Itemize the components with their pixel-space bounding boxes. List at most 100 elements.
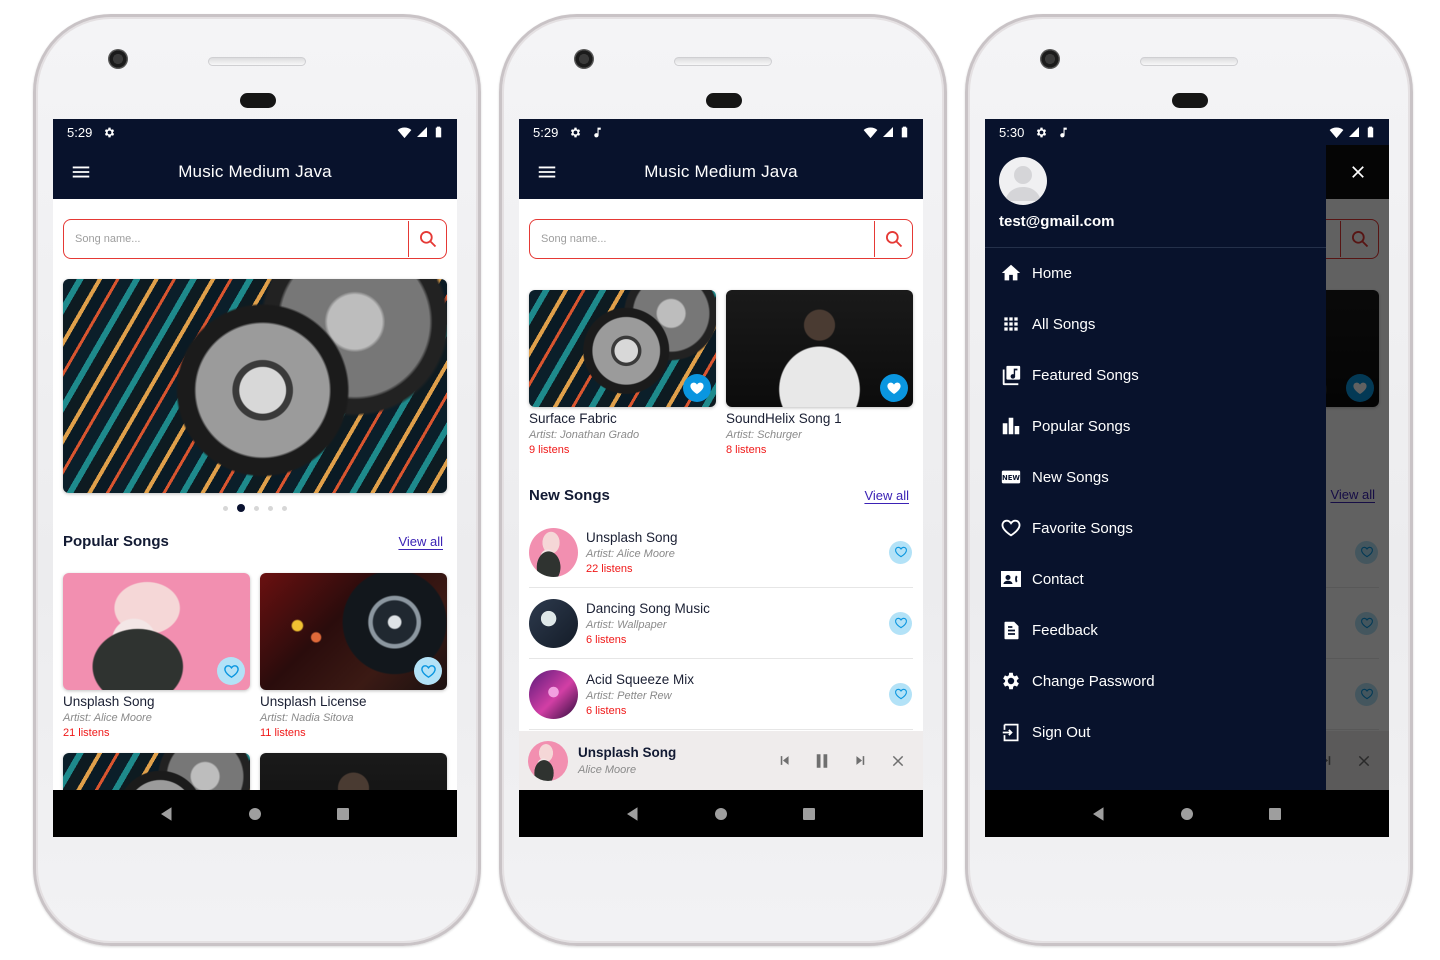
drawer-item-featured-songs[interactable]: Featured Songs — [985, 353, 1326, 397]
drawer-item-feedback[interactable]: Feedback — [985, 608, 1326, 652]
nav-recents-button[interactable] — [794, 799, 824, 829]
song-artist: Artist: Petter Rew — [586, 689, 672, 702]
nav-recents-button[interactable] — [328, 799, 358, 829]
menu-button[interactable] — [59, 150, 103, 194]
battery-icon — [1364, 125, 1377, 139]
view-all-link[interactable]: View all — [398, 534, 443, 549]
mini-player[interactable]: Unsplash Song Alice Moore — [519, 731, 923, 790]
drawer-item-contact[interactable]: Contact — [985, 557, 1326, 601]
drawer-item-label: Change Password — [1032, 672, 1155, 690]
earpiece-speaker — [208, 57, 306, 66]
favorite-button[interactable] — [217, 657, 245, 685]
pager-dot[interactable] — [254, 505, 259, 511]
song-avatar — [529, 598, 578, 648]
song-listens: 11 listens — [260, 727, 306, 739]
favorite-button[interactable] — [880, 374, 908, 402]
song-artist: Artist: Alice Moore — [586, 547, 675, 560]
search-input[interactable] — [530, 233, 874, 245]
pager-dot[interactable] — [268, 505, 273, 511]
search-input[interactable] — [64, 233, 408, 245]
pause-button[interactable] — [811, 750, 833, 772]
favorite-button[interactable] — [683, 374, 711, 402]
song-list-item[interactable]: Unsplash Song Artist: Alice Moore 22 lis… — [529, 517, 913, 588]
favorite-button[interactable] — [889, 682, 912, 706]
favorite-button[interactable] — [889, 540, 912, 564]
drawer-item-all-songs[interactable]: All Songs — [985, 302, 1326, 346]
favorite-button[interactable] — [889, 611, 912, 635]
drawer-item-change-password[interactable]: Change Password — [985, 659, 1326, 703]
song-list-item[interactable]: Dancing Song Music Artist: Wallpaper 6 l… — [529, 588, 913, 659]
pager-dot[interactable] — [223, 505, 228, 511]
song-name: Unsplash Song — [586, 529, 678, 545]
featured-song-card[interactable]: Surface Fabric Artist: Jonathan Grado 9 … — [529, 290, 716, 456]
hamburger-icon — [536, 161, 558, 183]
song-thumbnail — [726, 290, 913, 407]
nav-home-button[interactable] — [240, 799, 270, 829]
previous-button[interactable] — [773, 750, 795, 772]
music-note-icon — [1056, 125, 1070, 139]
drawer-item-label: New Songs — [1032, 468, 1109, 486]
close-icon — [890, 753, 906, 769]
status-bar: 5:29 — [519, 119, 923, 145]
status-bar: 5:30 — [985, 119, 1389, 145]
nav-back-button[interactable] — [618, 799, 648, 829]
song-card[interactable]: Unsplash License Artist: Nadia Sitova 11… — [260, 573, 447, 739]
featured-song-card[interactable]: SoundHelix Song 1 Artist: Schurger 8 lis… — [726, 290, 913, 456]
proximity-sensor — [706, 93, 742, 108]
song-avatar — [529, 527, 578, 577]
search-button[interactable] — [875, 221, 912, 258]
song-thumbnail — [63, 573, 250, 690]
drawer-item-label: Home — [1032, 264, 1073, 282]
app-bar: Music Medium Java — [519, 145, 923, 199]
heart-outline-icon — [223, 663, 240, 680]
song-card[interactable]: Unsplash Song Artist: Alice Moore 21 lis… — [63, 573, 250, 739]
drawer-item-home[interactable]: Home — [985, 251, 1326, 295]
favorite-button[interactable] — [414, 657, 442, 685]
next-button[interactable] — [849, 750, 871, 772]
home-icon — [1000, 262, 1022, 284]
close-player-button[interactable] — [887, 750, 909, 772]
search-icon — [884, 229, 904, 249]
search-icon — [418, 229, 438, 249]
proximity-sensor — [240, 93, 276, 108]
drawer-item-sign-out[interactable]: Sign Out — [985, 710, 1326, 754]
hamburger-icon — [70, 161, 92, 183]
view-all-link[interactable]: View all — [864, 488, 909, 503]
recents-square-icon — [1266, 805, 1284, 823]
back-triangle-icon — [624, 805, 642, 823]
user-avatar — [999, 157, 1047, 205]
home-circle-icon — [246, 805, 264, 823]
nav-home-button[interactable] — [1172, 799, 1202, 829]
app-title: Music Medium Java — [178, 162, 332, 181]
drawer-item-favorite-songs[interactable]: Favorite Songs — [985, 506, 1326, 550]
pager-dot-active[interactable] — [237, 504, 245, 512]
drawer-item-label: All Songs — [1032, 315, 1096, 333]
drawer-item-label: Featured Songs — [1032, 366, 1139, 384]
song-list-item[interactable]: Acid Squeeze Mix Artist: Petter Rew 6 li… — [529, 659, 913, 730]
drawer-profile[interactable] — [999, 157, 1047, 205]
home-screen-scrolled: 5:29 Music Medium Java Surface Fabric Ar… — [519, 119, 923, 837]
document-icon — [1001, 620, 1022, 641]
heart-outline-icon — [894, 545, 908, 559]
nav-recents-button[interactable] — [1260, 799, 1290, 829]
gear-icon — [1000, 670, 1022, 692]
nav-back-button[interactable] — [1084, 799, 1114, 829]
drawer-item-label: Contact — [1032, 570, 1084, 588]
search-button[interactable] — [409, 221, 446, 258]
menu-button[interactable] — [525, 150, 569, 194]
featured-banner[interactable] — [63, 279, 447, 493]
nav-home-button[interactable] — [706, 799, 736, 829]
close-icon — [1349, 163, 1367, 181]
nav-back-button[interactable] — [152, 799, 182, 829]
popular-songs-header: Popular Songs View all — [63, 533, 443, 550]
back-triangle-icon — [1090, 805, 1108, 823]
heart-filled-icon — [886, 380, 902, 396]
home-circle-icon — [712, 805, 730, 823]
recents-square-icon — [334, 805, 352, 823]
drawer-item-popular-songs[interactable]: Popular Songs — [985, 404, 1326, 448]
earpiece-speaker — [674, 57, 772, 66]
close-drawer-button[interactable] — [1326, 145, 1389, 199]
pager-dot[interactable] — [282, 505, 287, 511]
song-name: SoundHelix Song 1 — [726, 411, 842, 426]
drawer-item-new-songs[interactable]: New Songs — [985, 455, 1326, 499]
